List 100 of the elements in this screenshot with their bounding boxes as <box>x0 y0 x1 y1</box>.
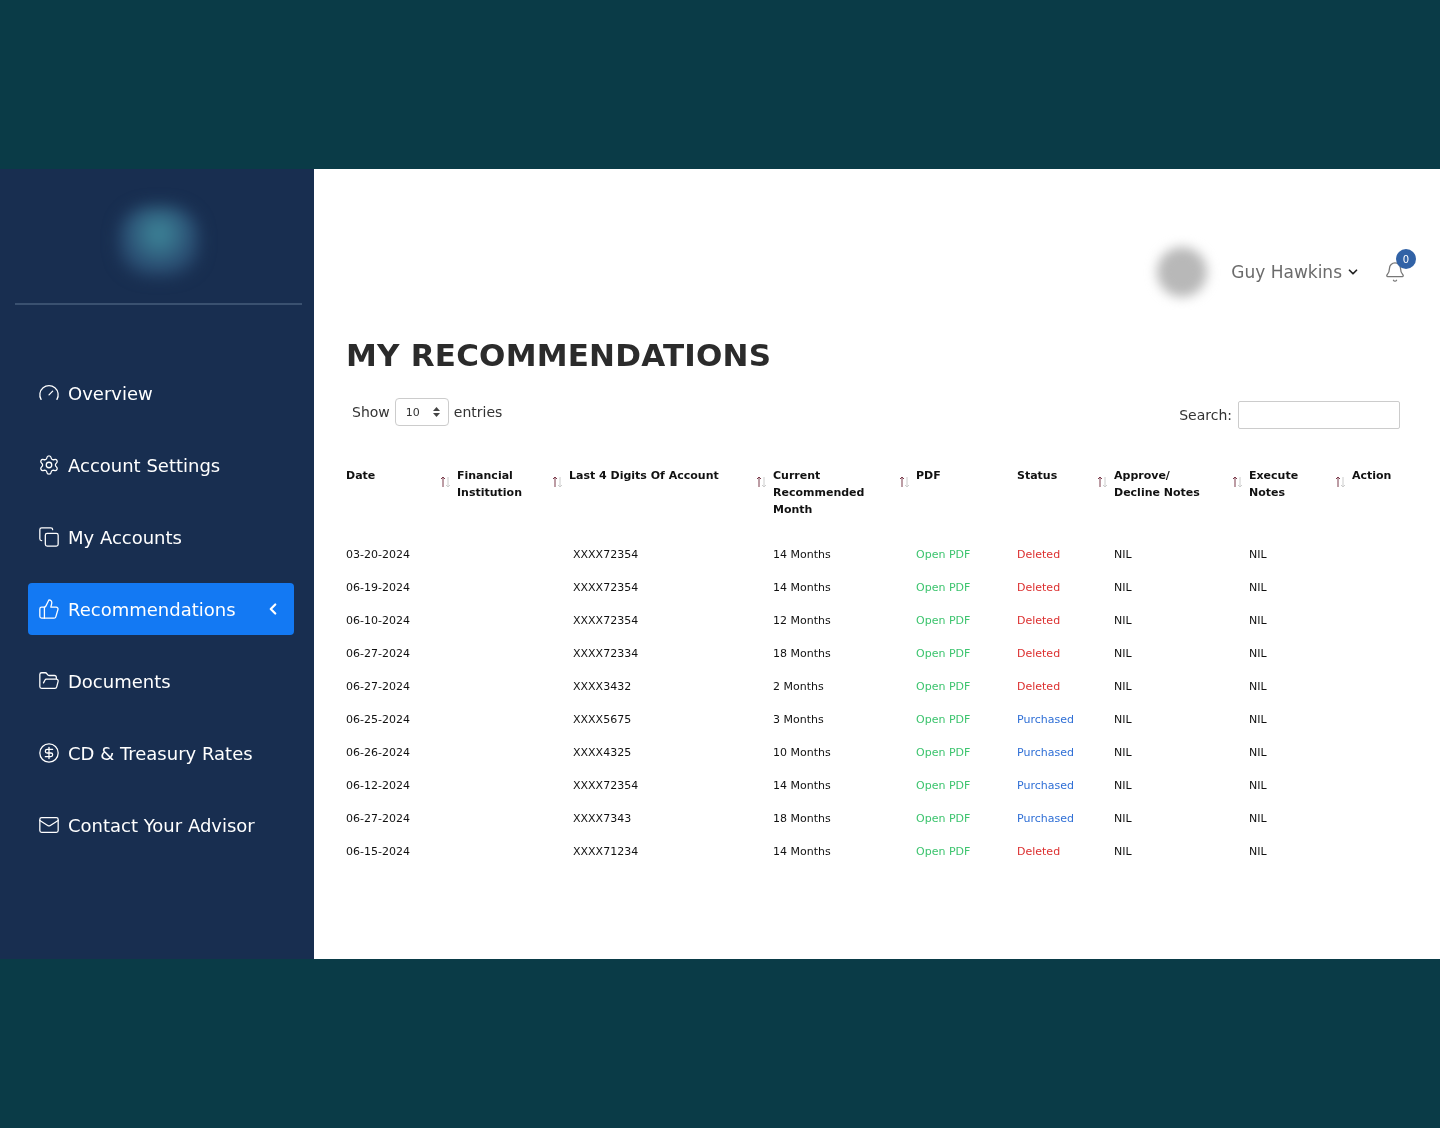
bell-icon[interactable] <box>1384 261 1406 283</box>
sort-icon[interactable] <box>552 476 563 488</box>
mail-icon <box>38 814 60 836</box>
table-cell: XXXX72354 <box>573 614 639 627</box>
table-cell: 06-27-2024 <box>346 812 410 825</box>
nav-item[interactable]: CD & Treasury Rates <box>28 727 294 779</box>
table-cell: NIL <box>1114 746 1132 759</box>
table-cell: XXXX72354 <box>573 779 639 792</box>
page-title: MY RECOMMENDATIONS <box>346 337 773 373</box>
table-cell: 06-25-2024 <box>346 713 410 726</box>
table-cell: NIL <box>1249 680 1267 693</box>
table-cell: 14 Months <box>773 779 831 792</box>
table-cell: NIL <box>1249 812 1267 825</box>
table-cell: 10 Months <box>773 746 831 759</box>
open-pdf-link[interactable]: Open PDF <box>916 746 971 759</box>
avatar-placeholder <box>1157 247 1208 297</box>
entries-label: entries <box>453 404 503 420</box>
open-pdf-link[interactable]: Open PDF <box>916 713 971 726</box>
table-cell: NIL <box>1249 614 1267 627</box>
status-text: Deleted <box>1017 680 1061 693</box>
table-cell: NIL <box>1114 548 1132 561</box>
open-pdf-link[interactable]: Open PDF <box>916 614 971 627</box>
table-cell: NIL <box>1114 614 1132 627</box>
status-text: Deleted <box>1017 845 1061 858</box>
table-cell: 03-20-2024 <box>346 548 410 561</box>
table-cell: 12 Months <box>773 614 831 627</box>
nav-item[interactable]: Contact Your Advisor <box>28 799 294 851</box>
table-cell: NIL <box>1249 779 1267 792</box>
search-label: Search: <box>1179 407 1232 423</box>
open-pdf-link[interactable]: Open PDF <box>916 647 971 660</box>
table-cell: XXXX4325 <box>573 746 632 759</box>
thumbs-up-icon <box>38 598 60 620</box>
table-cell: XXXX71234 <box>573 845 639 858</box>
folder-icon <box>38 670 60 692</box>
status-text: Deleted <box>1017 581 1061 594</box>
table-cell: 2 Months <box>773 680 824 693</box>
table-cell: 14 Months <box>773 581 831 594</box>
nav-item[interactable]: Recommendations <box>28 583 294 635</box>
sort-caret-icon <box>432 407 440 417</box>
status-text: Deleted <box>1017 614 1061 627</box>
table-cell: XXXX7343 <box>573 812 632 825</box>
table-cell: NIL <box>1249 581 1267 594</box>
nav-item[interactable]: Documents <box>28 655 294 707</box>
sort-icon[interactable] <box>1335 476 1346 488</box>
table-cell: NIL <box>1249 845 1267 858</box>
open-pdf-link[interactable]: Open PDF <box>916 581 971 594</box>
open-pdf-link[interactable]: Open PDF <box>916 680 971 693</box>
sort-icon[interactable] <box>899 476 910 488</box>
table-cell: 18 Months <box>773 812 831 825</box>
table-cell: 06-27-2024 <box>346 680 410 693</box>
nav-item[interactable]: Overview <box>28 367 294 419</box>
show-label: Show <box>352 404 390 420</box>
dollar-icon <box>38 742 60 764</box>
column-header: PDF <box>916 468 941 484</box>
open-pdf-link[interactable]: Open PDF <box>916 845 971 858</box>
status-text: Purchased <box>1017 779 1074 792</box>
table-cell: NIL <box>1114 812 1132 825</box>
sort-icon[interactable] <box>440 476 451 488</box>
column-header: Action <box>1352 468 1392 484</box>
sort-icon[interactable] <box>1097 476 1108 488</box>
nav-item[interactable]: Account Settings <box>28 439 294 491</box>
table-cell: 06-15-2024 <box>346 845 410 858</box>
column-header: Date <box>346 468 376 484</box>
column-header: Current Recommended Month <box>773 468 866 518</box>
sort-icon[interactable] <box>756 476 767 488</box>
table-cell: NIL <box>1249 647 1267 660</box>
column-header: Financial Institution <box>457 468 523 501</box>
user-menu[interactable]: Guy Hawkins <box>1231 262 1360 282</box>
open-pdf-link[interactable]: Open PDF <box>916 812 971 825</box>
column-header: Approve/ Decline Notes <box>1114 468 1201 501</box>
column-header: Last 4 Digits Of Account <box>569 468 719 484</box>
column-header: Status <box>1017 468 1058 484</box>
status-text: Purchased <box>1017 812 1074 825</box>
table-cell: 18 Months <box>773 647 831 660</box>
table-cell: NIL <box>1114 713 1132 726</box>
status-text: Purchased <box>1017 713 1074 726</box>
table-cell: 06-19-2024 <box>346 581 410 594</box>
open-pdf-link[interactable]: Open PDF <box>916 779 971 792</box>
table-cell: NIL <box>1114 581 1132 594</box>
status-text: Purchased <box>1017 746 1074 759</box>
entries-select[interactable]: 10 <box>394 398 449 426</box>
table-cell: 14 Months <box>773 845 831 858</box>
search-field[interactable] <box>1238 401 1400 429</box>
table-cell: XXXX72354 <box>573 548 639 561</box>
sort-icon[interactable] <box>1232 476 1243 488</box>
gear-icon <box>38 454 60 476</box>
nav-item[interactable]: My Accounts <box>28 511 294 563</box>
notification-badge: 0 <box>1396 249 1416 269</box>
status-text: Deleted <box>1017 548 1061 561</box>
table-cell: 06-12-2024 <box>346 779 410 792</box>
table-cell: 06-27-2024 <box>346 647 410 660</box>
table-cell: 14 Months <box>773 548 831 561</box>
status-text: Deleted <box>1017 647 1061 660</box>
table-cell: NIL <box>1249 548 1267 561</box>
open-pdf-link[interactable]: Open PDF <box>916 548 971 561</box>
table-cell: XXXX72334 <box>573 647 639 660</box>
table-cell: NIL <box>1249 746 1267 759</box>
table-cell: 3 Months <box>773 713 824 726</box>
table-cell: NIL <box>1114 845 1132 858</box>
table-cell: NIL <box>1114 779 1132 792</box>
